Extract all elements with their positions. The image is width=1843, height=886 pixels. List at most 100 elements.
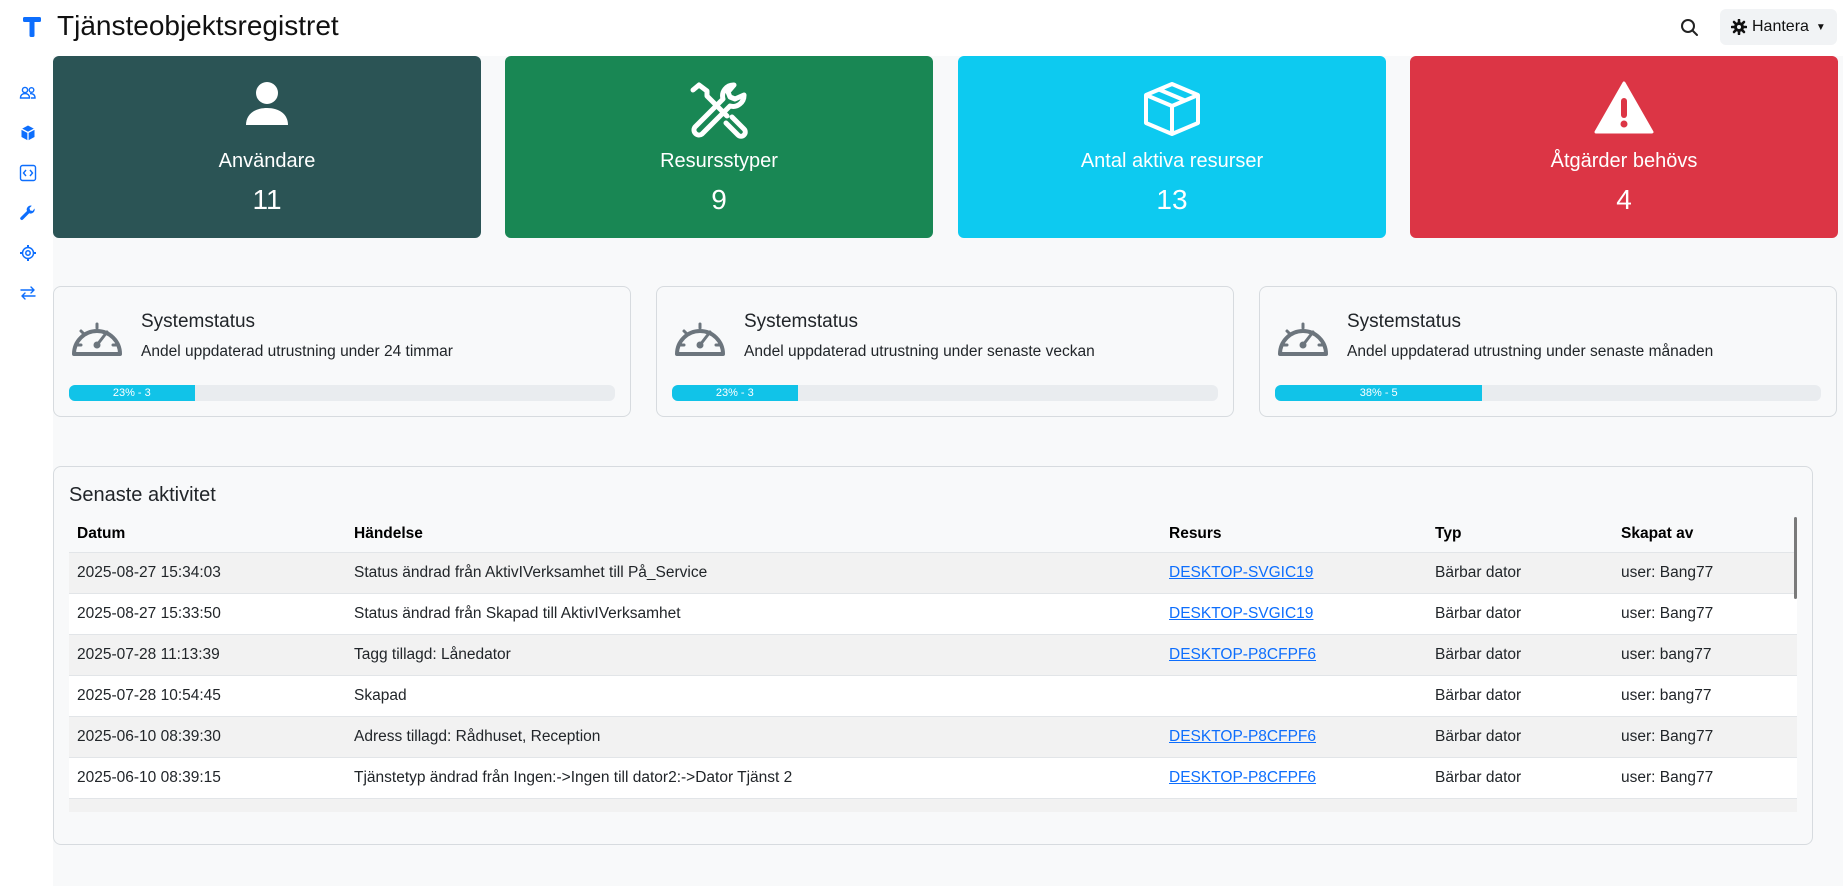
resource-link[interactable]: DESKTOP-P8CFPF6 — [1169, 728, 1316, 745]
status-card-month: Systemstatus Andel uppdaterad utrustning… — [1259, 286, 1837, 417]
speedometer-icon — [1278, 322, 1328, 356]
main-content: Användare 11 Resursstyper 9 Antal aktiva… — [53, 56, 1843, 886]
cell-created-by: user: bang77 — [1613, 675, 1797, 717]
progress-label: 38% - 5 — [1359, 387, 1398, 399]
cell-date: 2025-06-10 08:39:15 — [69, 757, 346, 799]
cell-resource: DESKTOP-SVGIC19 — [1161, 552, 1427, 594]
progress-track: 23% - 3 — [672, 385, 1218, 401]
resource-link[interactable]: DESKTOP-SVGIC19 — [1169, 605, 1313, 622]
cell-event: Adress tillagd: Rådhuset, Reception — [346, 716, 1161, 758]
table-row: 2025-08-27 15:34:03 Status ändrad från A… — [69, 552, 1797, 594]
progress-bar: 38% - 5 — [1275, 385, 1483, 401]
table-row: 2025-07-28 11:13:39 Tagg tillagd: Låneda… — [69, 634, 1797, 676]
column-header-resource[interactable]: Resurs — [1161, 517, 1427, 553]
table-row: 2025-06-10 08:39:30 Adress tillagd: Rådh… — [69, 716, 1797, 758]
column-header-date[interactable]: Datum — [69, 517, 346, 553]
cell-type: Bärbar dator — [1427, 593, 1613, 635]
cell-type: Bärbar dator — [1427, 552, 1613, 594]
cell-partial — [1427, 798, 1613, 812]
tools-icon — [690, 82, 748, 139]
caret-down-icon: ▼ — [1815, 21, 1826, 33]
cell-event: Skapad — [346, 675, 1161, 717]
progress-bar: 23% - 3 — [672, 385, 798, 401]
resource-link[interactable]: DESKTOP-SVGIC19 — [1169, 564, 1313, 581]
stat-label: Åtgärder behövs — [1550, 150, 1698, 172]
status-card-24h: Systemstatus Andel uppdaterad utrustning… — [53, 286, 631, 417]
cell-resource: DESKTOP-P8CFPF6 — [1161, 716, 1427, 758]
cell-event: Tjänstetyp ändrad från Ingen:->Ingen til… — [346, 757, 1161, 799]
progress-bar: 23% - 3 — [69, 385, 195, 401]
cell-event: Status ändrad från AktivIVerksamhet till… — [346, 552, 1161, 594]
stat-label: Resursstyper — [660, 150, 778, 172]
cell-date: 2025-08-27 15:34:03 — [69, 552, 346, 594]
stat-card-users[interactable]: Användare 11 — [53, 56, 481, 238]
table-row — [69, 798, 1797, 812]
progress-track: 23% - 3 — [69, 385, 615, 401]
cell-resource: DESKTOP-SVGIC19 — [1161, 593, 1427, 635]
activity-table-scroll[interactable]: Datum Händelse Resurs Typ Skapat av 2025… — [69, 517, 1797, 815]
table-row: 2025-06-10 08:39:15 Tjänstetyp ändrad fr… — [69, 757, 1797, 799]
users-icon[interactable] — [19, 84, 37, 102]
stat-card-resource-types[interactable]: Resursstyper 9 — [505, 56, 933, 238]
status-card-week: Systemstatus Andel uppdaterad utrustning… — [656, 286, 1234, 417]
recent-activity-panel: Senaste aktivitet Datum Händelse Resurs … — [53, 466, 1813, 845]
gear-icon — [1731, 19, 1747, 35]
activity-table: Datum Händelse Resurs Typ Skapat av 2025… — [69, 517, 1797, 812]
cell-date: 2025-07-28 11:13:39 — [69, 634, 346, 676]
settings-gear-icon[interactable] — [19, 244, 37, 262]
resource-link[interactable]: DESKTOP-P8CFPF6 — [1169, 646, 1316, 663]
cell-resource: DESKTOP-P8CFPF6 — [1161, 757, 1427, 799]
table-scrollbar[interactable] — [1794, 517, 1797, 815]
transfer-icon[interactable] — [19, 284, 37, 302]
manage-label: Hantera — [1752, 18, 1809, 35]
cell-partial — [69, 798, 346, 812]
cell-type: Bärbar dator — [1427, 757, 1613, 799]
progress-label: 23% - 3 — [715, 387, 754, 399]
search-icon[interactable] — [1676, 14, 1704, 42]
column-header-created-by[interactable]: Skapat av — [1613, 517, 1797, 553]
brand-logo-icon[interactable] — [22, 13, 42, 41]
stat-value: 4 — [1616, 184, 1632, 215]
cell-type: Bärbar dator — [1427, 634, 1613, 676]
cell-date: 2025-08-27 15:33:50 — [69, 593, 346, 635]
activity-heading: Senaste aktivitet — [69, 484, 216, 506]
table-row: 2025-07-28 10:54:45 Skapad Bärbar dator … — [69, 675, 1797, 717]
table-scrollbar-thumb[interactable] — [1794, 517, 1797, 599]
cell-resource — [1161, 675, 1427, 717]
column-header-type[interactable]: Typ — [1427, 517, 1613, 553]
stat-card-active-resources[interactable]: Antal aktiva resurser 13 — [958, 56, 1386, 238]
cell-type: Bärbar dator — [1427, 675, 1613, 717]
table-header-row: Datum Händelse Resurs Typ Skapat av — [69, 517, 1797, 553]
cell-created-by: user: Bang77 — [1613, 757, 1797, 799]
cell-created-by: user: Bang77 — [1613, 716, 1797, 758]
sidebar — [0, 56, 53, 886]
stat-label: Antal aktiva resurser — [1080, 150, 1264, 172]
code-icon[interactable] — [19, 164, 37, 182]
cell-partial — [1161, 798, 1427, 812]
resource-link[interactable]: DESKTOP-P8CFPF6 — [1169, 769, 1316, 786]
status-title: Systemstatus — [141, 311, 256, 332]
table-row: 2025-08-27 15:33:50 Status ändrad från S… — [69, 593, 1797, 635]
manage-dropdown-button[interactable]: Hantera ▼ — [1720, 9, 1837, 45]
cell-created-by: user: Bang77 — [1613, 593, 1797, 635]
status-title: Systemstatus — [1347, 311, 1462, 332]
cell-partial — [1613, 798, 1797, 812]
cell-event: Status ändrad från Skapad till AktivIVer… — [346, 593, 1161, 635]
box-icon — [1144, 82, 1200, 136]
stat-card-actions-needed[interactable]: Åtgärder behövs 4 — [1410, 56, 1838, 238]
app-title: Tjänsteobjektsregistret — [57, 10, 339, 41]
status-description: Andel uppdaterad utrustning under senast… — [744, 343, 1095, 360]
stat-value: 11 — [252, 184, 282, 215]
cell-created-by: user: bang77 — [1613, 634, 1797, 676]
cell-event: Tagg tillagd: Lånedator — [346, 634, 1161, 676]
cell-date: 2025-06-10 08:39:30 — [69, 716, 346, 758]
status-description: Andel uppdaterad utrustning under senast… — [1347, 343, 1714, 360]
column-header-event[interactable]: Händelse — [346, 517, 1161, 553]
warning-icon — [1594, 81, 1654, 134]
progress-track: 38% - 5 — [1275, 385, 1821, 401]
progress-label: 23% - 3 — [112, 387, 151, 399]
cube-icon[interactable] — [19, 124, 37, 142]
stat-value: 13 — [1156, 184, 1188, 215]
wrench-icon[interactable] — [19, 204, 37, 222]
cell-type: Bärbar dator — [1427, 716, 1613, 758]
